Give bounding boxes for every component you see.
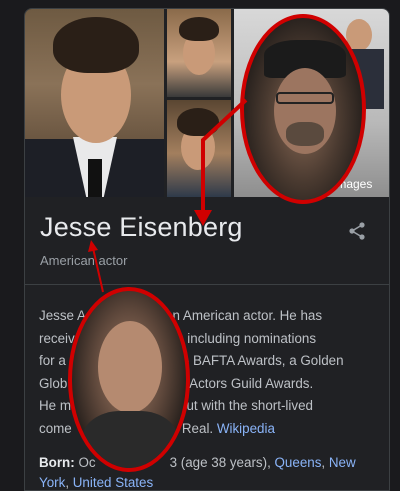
arrow-line-2 [92, 247, 104, 293]
arrow-head-2 [88, 240, 98, 252]
annotation-arrows [88, 98, 248, 293]
arrow-head-1 [194, 210, 212, 226]
arrow-line-1 [201, 98, 248, 218]
